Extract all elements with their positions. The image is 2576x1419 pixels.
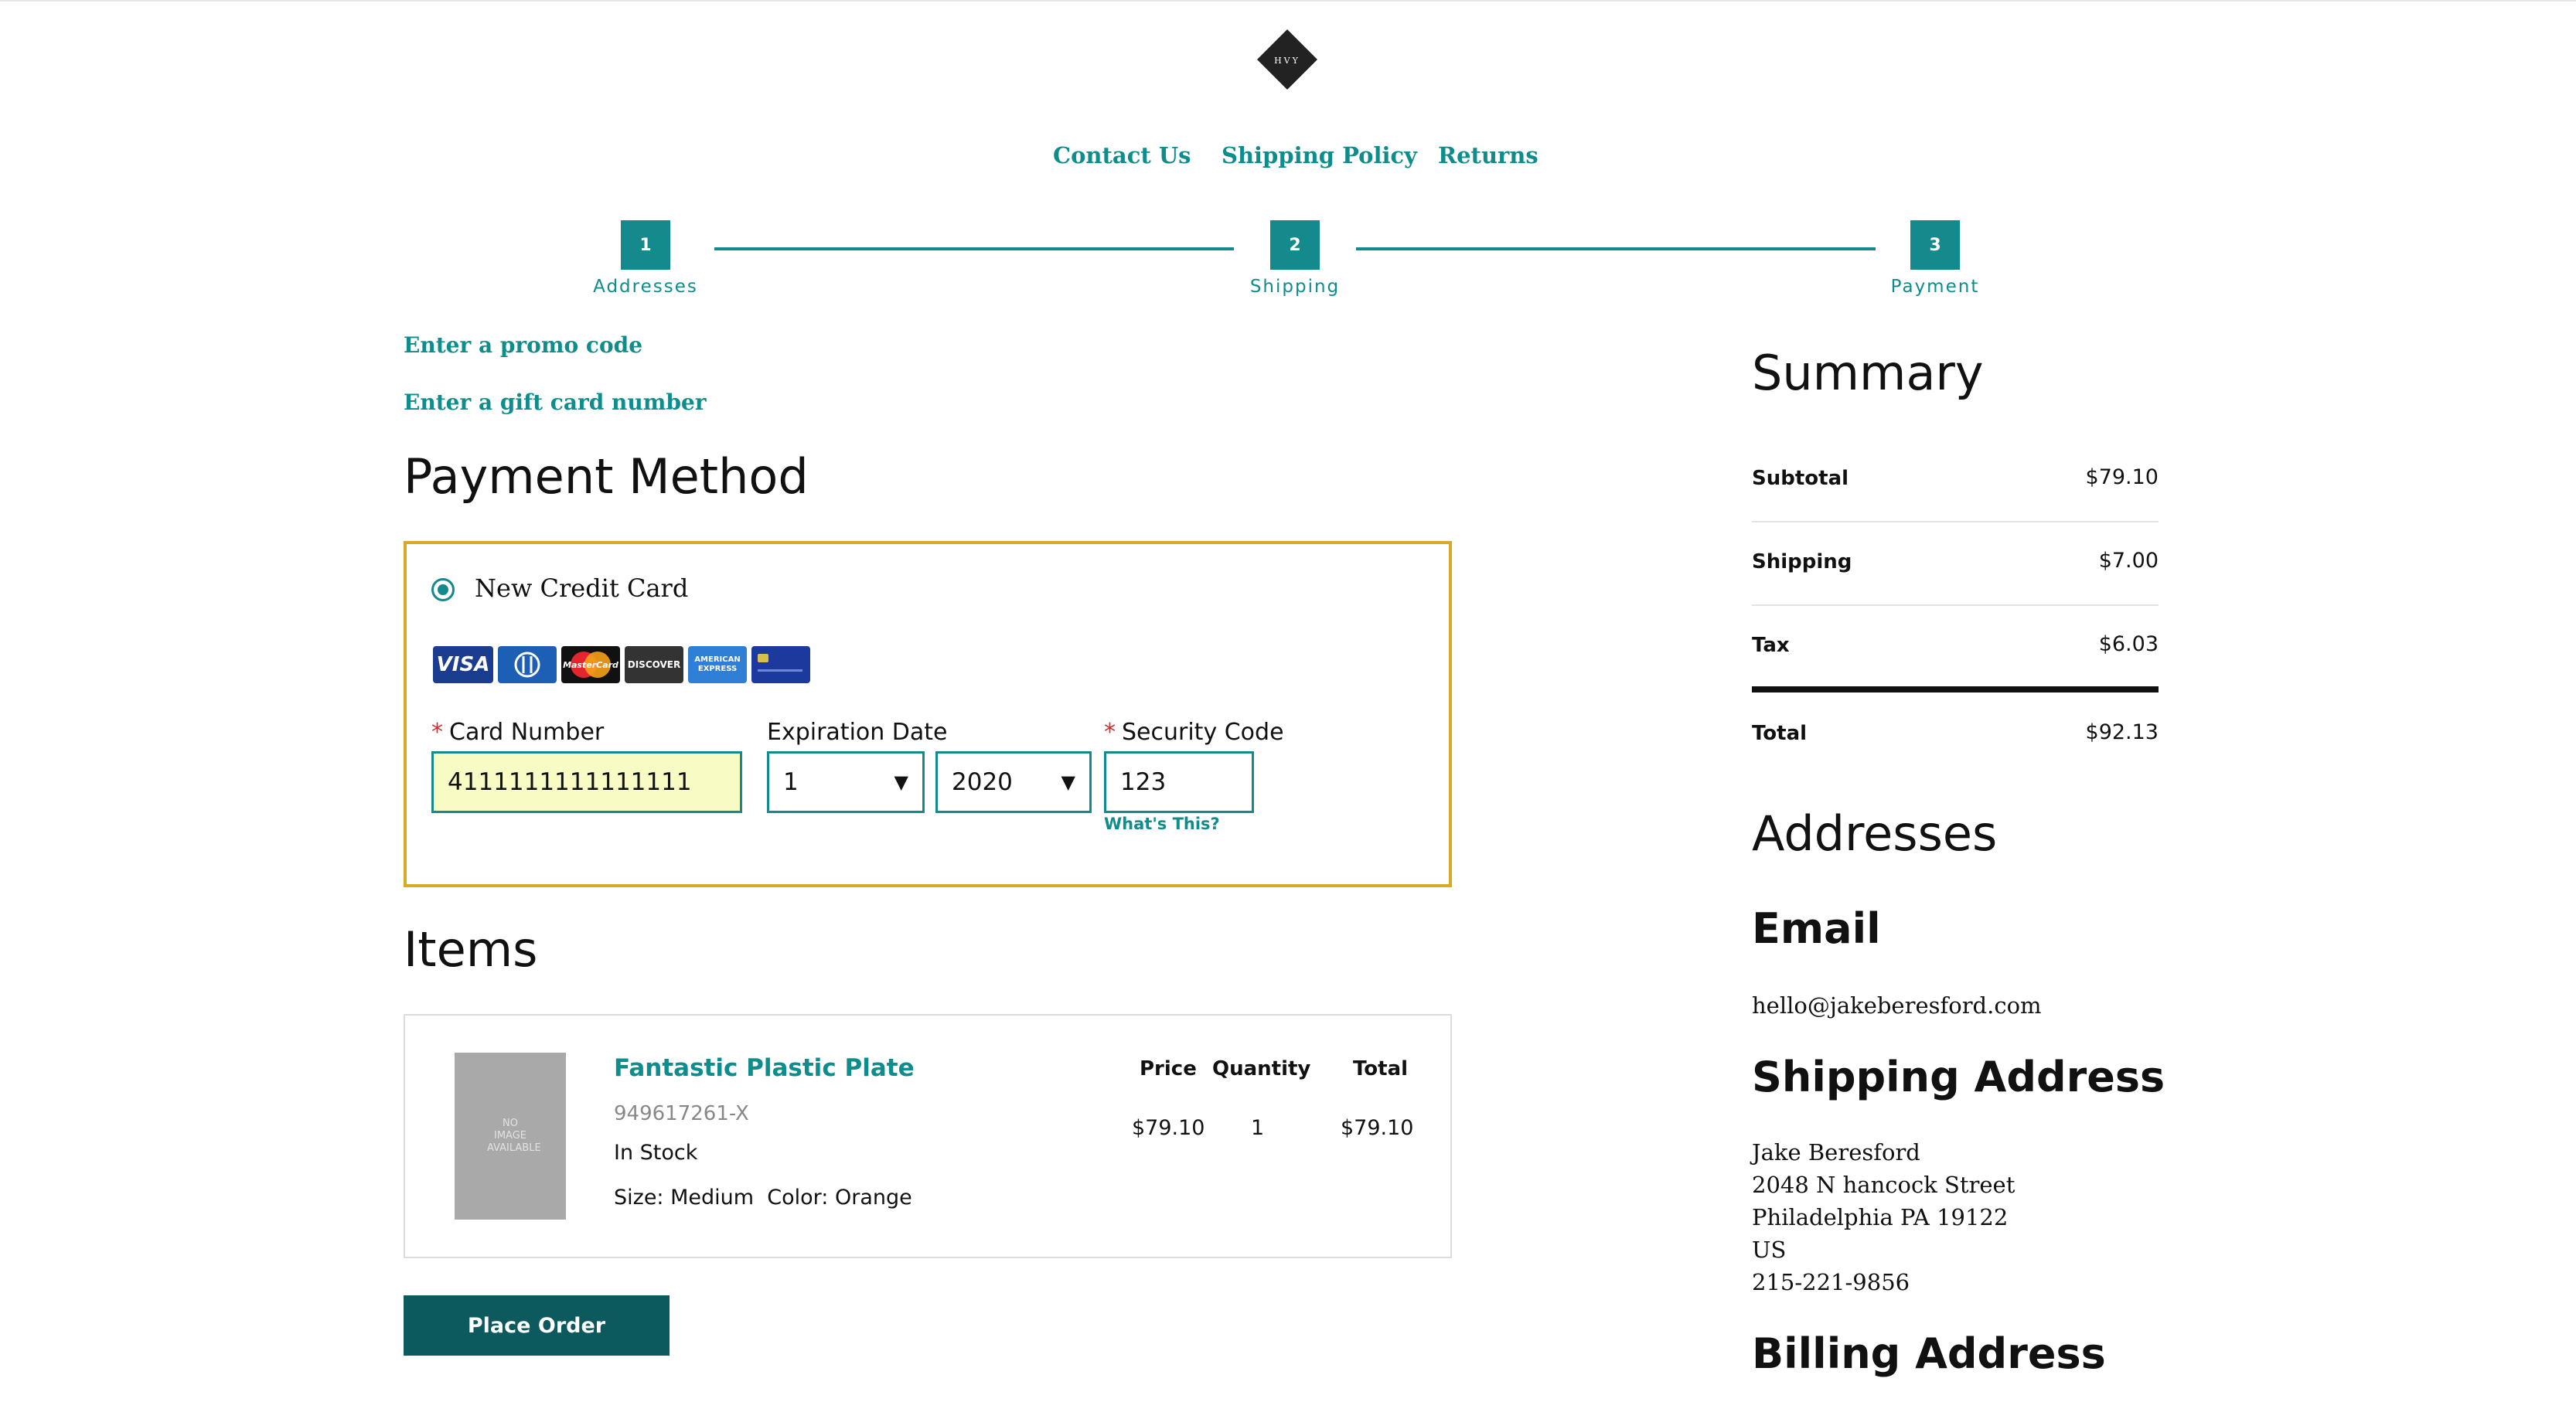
card-number-input[interactable]: 4111111111111111 — [431, 751, 742, 813]
whats-this-link[interactable]: What's This? — [1104, 815, 1220, 833]
generic-card-icon — [751, 646, 810, 683]
billing-address-heading: Billing Address — [1752, 1329, 2106, 1378]
summary-heading: Summary — [1752, 345, 1984, 401]
summary-subtotal-label: Subtotal — [1752, 467, 1849, 490]
visa-icon: VISA — [433, 646, 493, 683]
svg-text:HVY: HVY — [1274, 56, 1300, 66]
new-credit-card-label: New Credit Card — [475, 573, 689, 603]
diamond-logo[interactable]: HVY — [1256, 28, 1319, 91]
step-2-number[interactable]: 2 — [1270, 220, 1320, 270]
promo-code-link[interactable]: Enter a promo code — [404, 332, 642, 358]
summary-tax-value: $6.03 — [2098, 632, 2159, 656]
summary-divider — [1752, 521, 2159, 522]
product-name-link[interactable]: Fantastic Plastic Plate — [614, 1054, 915, 1082]
expiration-year-select[interactable]: 2020 ▼ — [935, 751, 1092, 813]
column-header-total: Total — [1353, 1057, 1409, 1080]
item-quantity: 1 — [1251, 1116, 1265, 1140]
payment-method-heading: Payment Method — [404, 448, 809, 505]
summary-subtotal-value: $79.10 — [2085, 465, 2159, 489]
payment-method-box: New Credit Card VISA MasterCard DISCOVER… — [404, 541, 1452, 887]
summary-total-value: $92.13 — [2085, 720, 2159, 744]
stepper-line-2 — [1356, 247, 1876, 250]
mastercard-icon: MasterCard — [561, 646, 620, 683]
step-3-label: Payment — [1890, 277, 1980, 297]
gift-card-link[interactable]: Enter a gift card number — [404, 390, 707, 415]
addresses-heading: Addresses — [1752, 805, 1998, 862]
product-options: Size: Medium Color: Orange — [614, 1186, 912, 1210]
step-1-label: Addresses — [593, 277, 698, 297]
summary-divider — [1752, 604, 2159, 606]
summary-total-label: Total — [1752, 722, 1808, 745]
security-code-input[interactable]: 123 — [1104, 751, 1254, 813]
nav-contact-us[interactable]: Contact Us — [1053, 142, 1191, 168]
items-box: NO IMAGE AVAILABLE Fantastic Plastic Pla… — [404, 1014, 1452, 1258]
item-total: $79.10 — [1341, 1116, 1414, 1140]
step-3-number[interactable]: 3 — [1910, 220, 1960, 270]
stepper-line-1 — [714, 247, 1234, 250]
shipping-address-heading: Shipping Address — [1752, 1053, 2165, 1101]
discover-icon: DISCOVER — [625, 646, 683, 683]
shipping-address-country: US — [1752, 1237, 1787, 1263]
step-1-number[interactable]: 1 — [621, 220, 670, 270]
item-price: $79.10 — [1132, 1116, 1205, 1140]
chevron-down-icon: ▼ — [894, 771, 908, 793]
email-heading: Email — [1752, 904, 1881, 953]
product-image-placeholder: NO IMAGE AVAILABLE — [455, 1053, 566, 1220]
chevron-down-icon: ▼ — [1061, 771, 1075, 793]
diamond-logo-icon: HVY — [1257, 29, 1317, 90]
place-order-button[interactable]: Place Order — [404, 1295, 670, 1356]
expiration-month-select[interactable]: 1 ▼ — [767, 751, 925, 813]
nav-shipping-policy[interactable]: Shipping Policy — [1222, 142, 1417, 168]
card-number-label: * Card Number — [431, 719, 605, 746]
summary-tax-label: Tax — [1752, 634, 1790, 657]
product-stock-status: In Stock — [614, 1141, 698, 1165]
diners-club-icon — [498, 646, 557, 683]
american-express-icon: AMERICAN EXPRESS — [688, 646, 747, 683]
shipping-address-city: Philadelphia PA 19122 — [1752, 1204, 2009, 1230]
column-header-quantity: Quantity — [1212, 1057, 1311, 1080]
product-sku: 949617261-X — [614, 1102, 749, 1125]
shipping-address-phone: 215-221-9856 — [1752, 1269, 1910, 1295]
new-credit-card-radio[interactable] — [431, 578, 455, 601]
shipping-address-street: 2048 N hancock Street — [1752, 1172, 2015, 1198]
email-value: hello@jakeberesford.com — [1752, 992, 2042, 1019]
step-2-label: Shipping — [1249, 277, 1341, 297]
summary-total-rule — [1752, 686, 2159, 692]
column-header-price: Price — [1140, 1057, 1197, 1080]
nav-returns[interactable]: Returns — [1438, 142, 1538, 168]
summary-shipping-label: Shipping — [1752, 550, 1852, 573]
items-heading: Items — [404, 921, 538, 978]
shipping-address-name: Jake Beresford — [1752, 1139, 1920, 1165]
expiration-date-label: Expiration Date — [767, 719, 948, 746]
summary-shipping-value: $7.00 — [2098, 549, 2159, 573]
security-code-label: * Security Code — [1104, 719, 1284, 746]
